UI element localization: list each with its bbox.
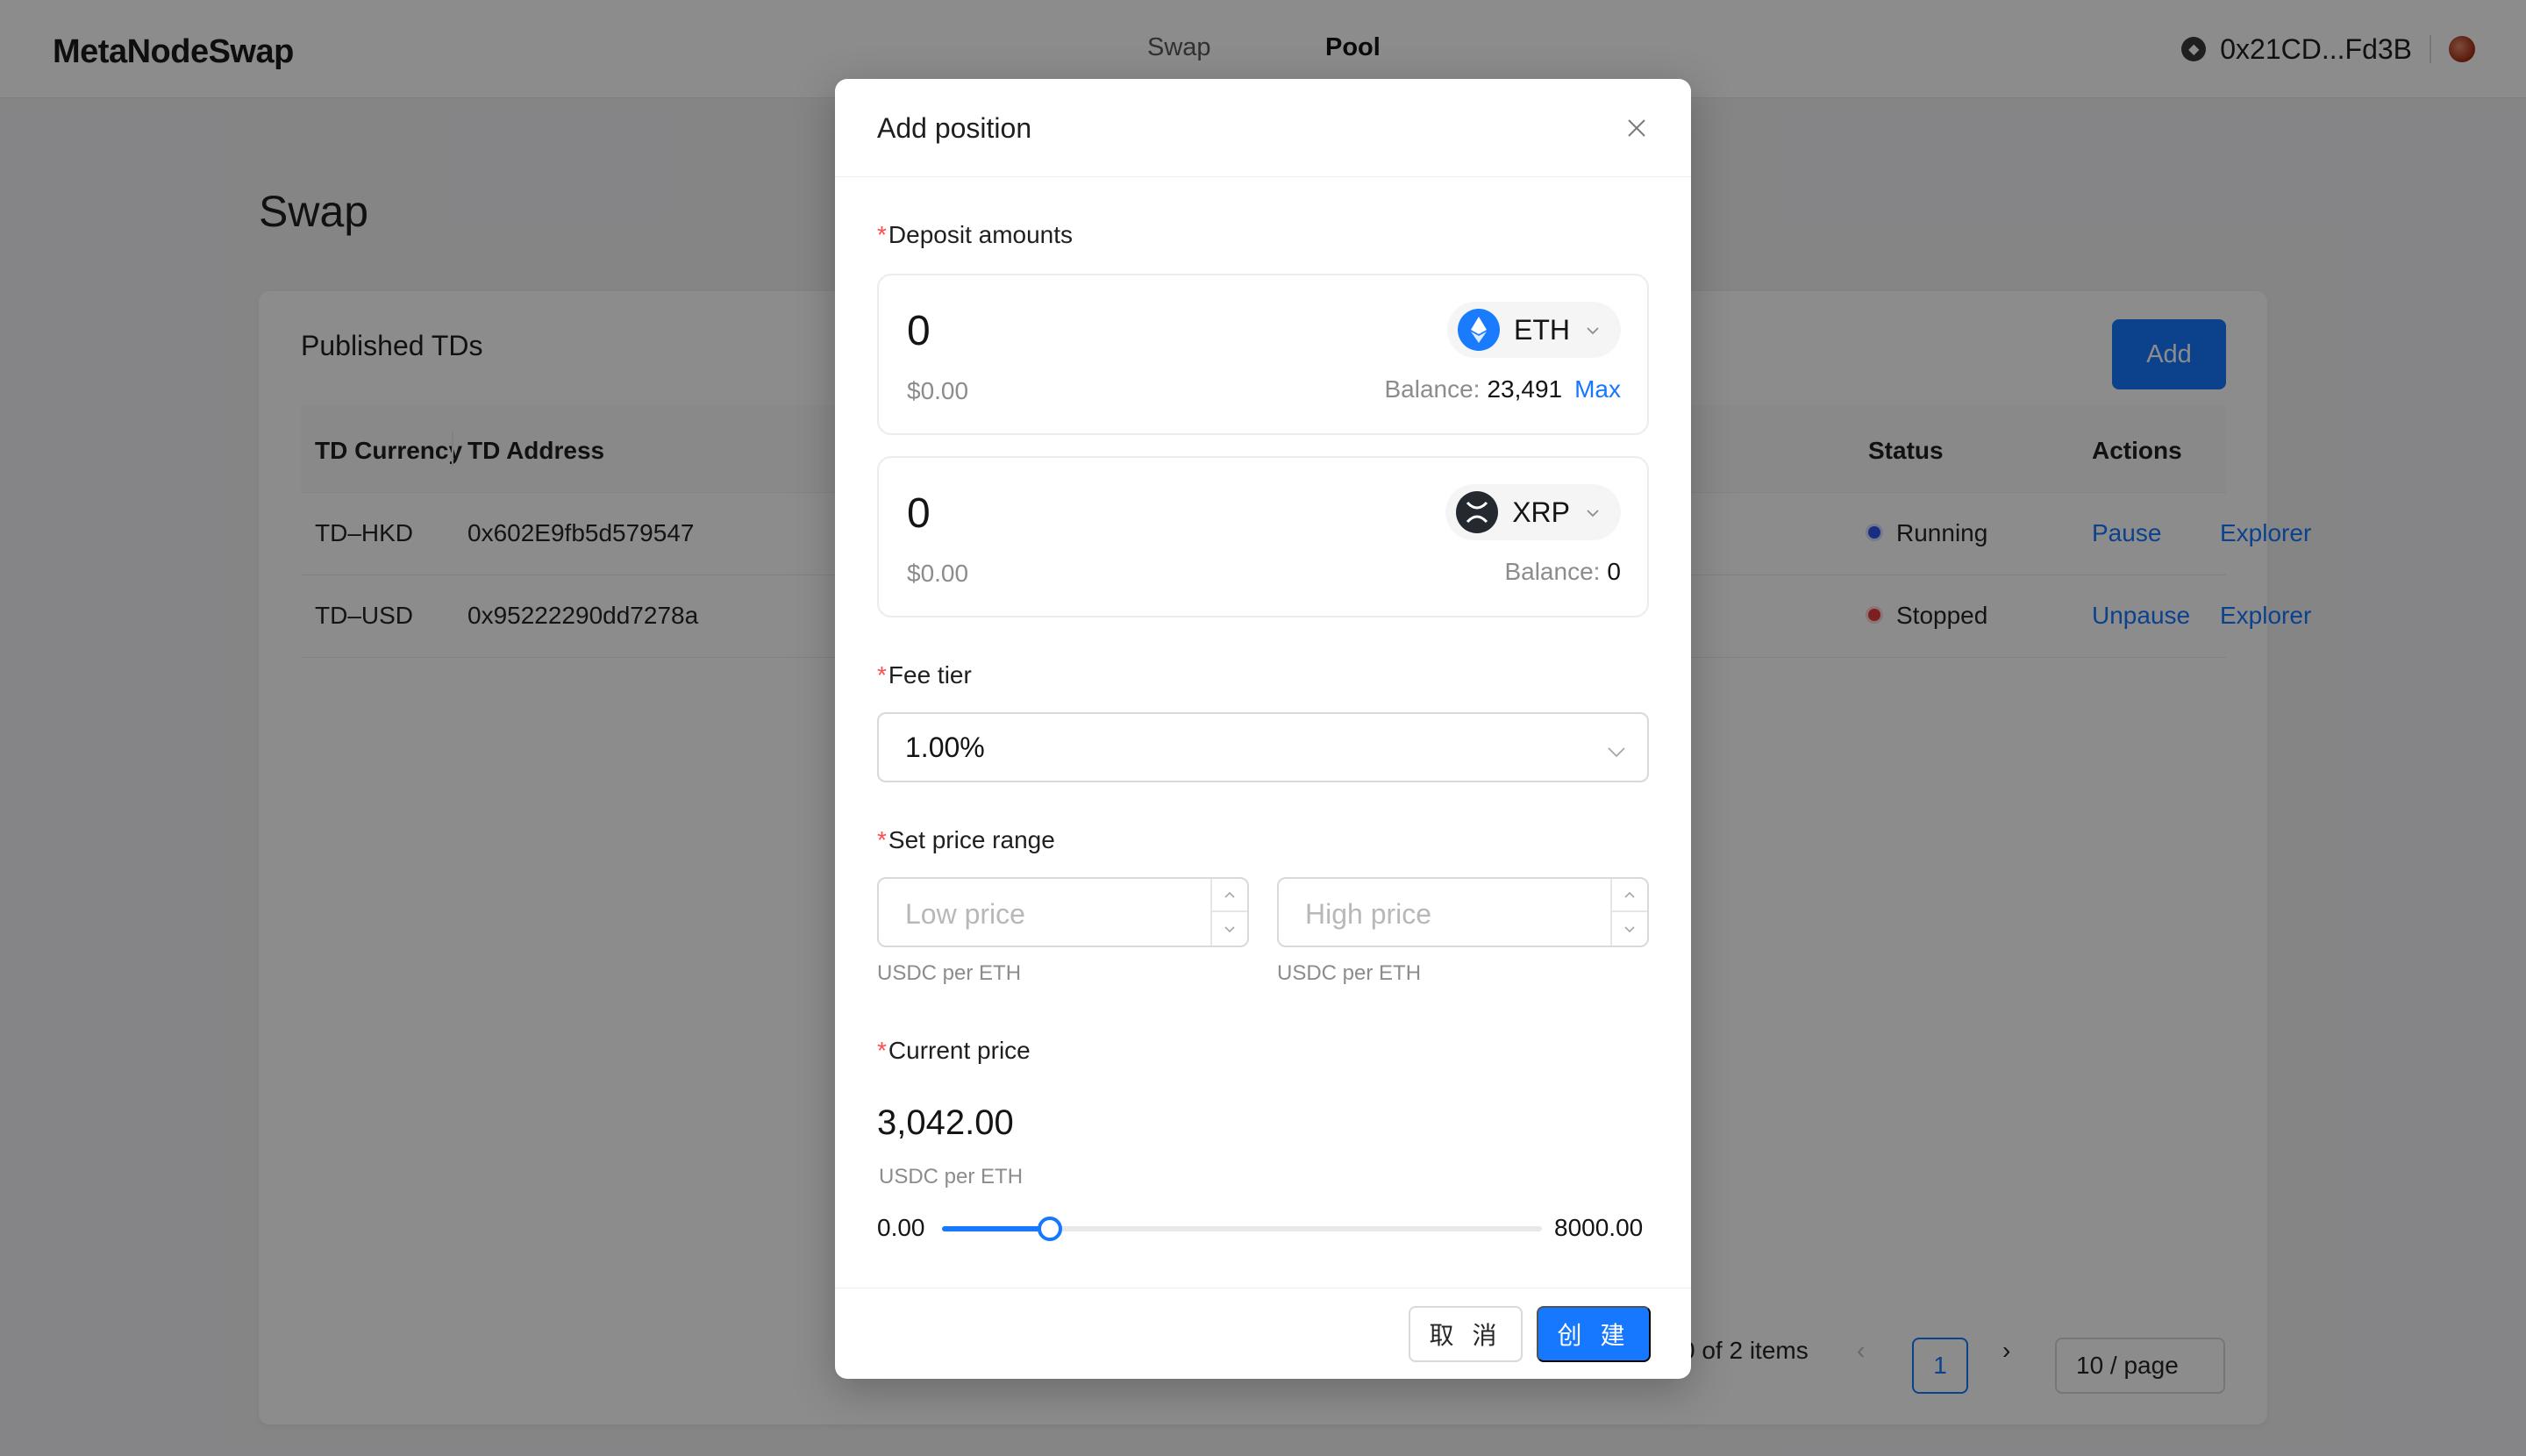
close-icon[interactable] xyxy=(1619,111,1654,146)
high-price-input[interactable]: High price xyxy=(1277,877,1649,947)
token0-symbol: ETH xyxy=(1514,313,1570,346)
token1-amount-input[interactable]: 0 xyxy=(907,489,931,538)
modal-title: Add position xyxy=(877,112,1032,144)
token0-amount-input[interactable]: 0 xyxy=(907,307,931,355)
token1-amount-box: 0 $0.00 XRP Balance: 0 xyxy=(877,456,1649,617)
slider-min-label: 0.00 xyxy=(877,1214,925,1241)
token0-balance: Balance: 23,491 Max xyxy=(1384,375,1621,403)
low-price-unit: USDC per ETH xyxy=(877,961,1022,985)
increment-icon[interactable] xyxy=(1212,879,1247,912)
current-price-value: 3,042.00 xyxy=(877,1103,1014,1142)
chevron-down-icon xyxy=(1586,321,1600,339)
low-price-input[interactable]: Low price xyxy=(877,877,1249,947)
eth-icon xyxy=(1458,309,1500,351)
chevron-down-icon xyxy=(1607,733,1626,766)
slider-track xyxy=(942,1226,1050,1231)
slider-handle[interactable] xyxy=(1038,1217,1062,1241)
token1-symbol: XRP xyxy=(1512,496,1570,528)
token1-usd-value: $0.00 xyxy=(907,560,969,587)
slider-max-label: 8000.00 xyxy=(1554,1214,1644,1241)
cancel-button[interactable]: 取 消 xyxy=(1409,1306,1523,1362)
create-button[interactable]: 创 建 xyxy=(1537,1306,1651,1362)
max-button[interactable]: Max xyxy=(1574,375,1621,403)
decrement-icon[interactable] xyxy=(1612,912,1647,946)
high-price-stepper[interactable] xyxy=(1610,879,1647,946)
add-position-modal: Add position *Deposit amounts 0 $0.00 ET… xyxy=(835,79,1691,1379)
token1-balance: Balance: 0 xyxy=(1504,558,1621,585)
high-price-placeholder: High price xyxy=(1305,898,1432,930)
current-price-label: *Current price xyxy=(877,1037,1031,1064)
low-price-placeholder: Low price xyxy=(905,898,1025,930)
fee-tier-select[interactable]: 1.00% xyxy=(877,712,1649,782)
increment-icon[interactable] xyxy=(1612,879,1647,912)
fee-tier-label: *Fee tier xyxy=(877,661,972,689)
fee-tier-value: 1.00% xyxy=(905,731,985,763)
high-price-unit: USDC per ETH xyxy=(1277,961,1422,985)
price-range-label: *Set price range xyxy=(877,826,1055,853)
xrp-icon xyxy=(1456,491,1499,533)
decrement-icon[interactable] xyxy=(1212,912,1247,946)
current-price-unit: USDC per ETH xyxy=(879,1165,1024,1188)
token0-amount-box: 0 $0.00 ETH Balance: 23,491 Max xyxy=(877,274,1649,435)
price-slider[interactable] xyxy=(942,1210,1542,1245)
token1-selector[interactable]: XRP xyxy=(1445,484,1621,540)
token0-selector[interactable]: ETH xyxy=(1447,302,1621,358)
modal-header: Add position xyxy=(835,79,1691,177)
deposit-label: *Deposit amounts xyxy=(877,221,1074,248)
modal-footer: 取 消 创 建 xyxy=(835,1288,1691,1379)
low-price-stepper[interactable] xyxy=(1210,879,1247,946)
token0-usd-value: $0.00 xyxy=(907,377,969,404)
chevron-down-icon xyxy=(1586,503,1600,522)
